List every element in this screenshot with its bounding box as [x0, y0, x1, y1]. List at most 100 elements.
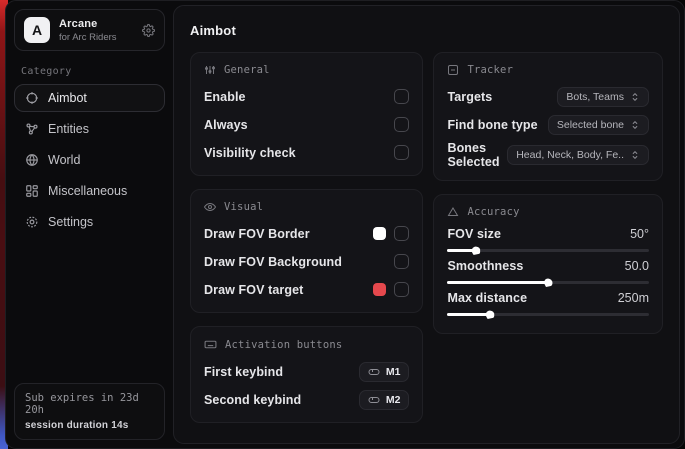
sidebar-item-entities[interactable]: Entities [14, 115, 165, 143]
setting-row-enable: Enable [204, 85, 409, 108]
sidebar-nav: Aimbot Entities World Miscellaneous [14, 84, 165, 236]
slider-thumb[interactable] [485, 310, 494, 319]
max-distance-slider[interactable] [447, 313, 649, 316]
setting-label: Find bone type [447, 118, 537, 132]
panel-title: Activation buttons [225, 339, 342, 351]
app-subtitle: for Arc Riders [59, 32, 133, 43]
settings-gear-icon [25, 215, 39, 229]
always-checkbox[interactable] [394, 117, 409, 132]
sidebar-item-label: Settings [48, 215, 93, 229]
mouse-icon [368, 394, 380, 406]
visibility-check-checkbox[interactable] [394, 145, 409, 160]
fov-border-color-swatch[interactable] [373, 227, 386, 240]
row-controls [373, 226, 409, 241]
page-title: Aimbot [190, 23, 663, 38]
panel-columns: General Enable Always Visibility check [190, 52, 663, 423]
setting-row-always: Always [204, 113, 409, 136]
slider-label-row: FOV size 50° [447, 227, 649, 241]
slider-value: 50° [630, 227, 649, 241]
logo-card: A Arcane for Arc Riders [14, 9, 165, 51]
panel-activation-header: Activation buttons [204, 338, 409, 351]
panel-general: General Enable Always Visibility check [190, 52, 423, 176]
slider-max-distance: Max distance 250m [447, 291, 649, 316]
sidebar: A Arcane for Arc Riders Category Aimbot [6, 1, 173, 448]
setting-row-first-keybind: First keybind M1 [204, 360, 409, 383]
slider-label: Max distance [447, 291, 527, 305]
setting-label: Always [204, 118, 248, 132]
unfold-icon [630, 120, 640, 130]
first-keybind-button[interactable]: M1 [359, 362, 410, 382]
sidebar-item-world[interactable]: World [14, 146, 165, 174]
dropdown-value: Head, Neck, Body, Fe.. [516, 149, 624, 161]
bones-selected-dropdown[interactable]: Head, Neck, Body, Fe.. [507, 145, 649, 165]
category-label: Category [21, 66, 158, 77]
slider-label: FOV size [447, 227, 501, 241]
setting-label: Second keybind [204, 393, 301, 407]
sidebar-item-miscellaneous[interactable]: Miscellaneous [14, 177, 165, 205]
entities-icon [25, 122, 39, 136]
sidebar-item-label: World [48, 153, 80, 167]
globe-icon [25, 153, 39, 167]
sidebar-item-label: Entities [48, 122, 89, 136]
panel-title: Tracker [467, 64, 513, 76]
setting-label: Draw FOV Background [204, 255, 342, 269]
dropdown-value: Bots, Teams [566, 91, 624, 103]
sub-expiry-text: Sub expires in 23d 20h [25, 392, 154, 416]
grid-layout-icon [25, 184, 39, 198]
fov-target-color-swatch[interactable] [373, 283, 386, 296]
draw-fov-border-checkbox[interactable] [394, 226, 409, 241]
targets-dropdown[interactable]: Bots, Teams [557, 87, 649, 107]
smoothness-slider[interactable] [447, 281, 649, 284]
panel-activation-buttons: Activation buttons First keybind M1 Seco… [190, 326, 423, 423]
find-bone-type-dropdown[interactable]: Selected bone [548, 115, 649, 135]
row-controls [373, 282, 409, 297]
slider-fov-size: FOV size 50° [447, 227, 649, 252]
app-title: Arcane [59, 18, 133, 30]
keybind-value: M2 [386, 394, 401, 406]
slider-label-row: Smoothness 50.0 [447, 259, 649, 273]
setting-label: Draw FOV Border [204, 227, 310, 241]
left-column: General Enable Always Visibility check [190, 52, 423, 423]
app-logo: A [24, 17, 50, 43]
setting-label: Targets [447, 90, 492, 104]
panel-title: Visual [224, 201, 263, 213]
sidebar-item-settings[interactable]: Settings [14, 208, 165, 236]
setting-label: Draw FOV target [204, 283, 303, 297]
fov-size-slider[interactable] [447, 249, 649, 252]
keybind-value: M1 [386, 366, 401, 378]
panel-accuracy: Accuracy FOV size 50° [433, 194, 663, 334]
keyboard-icon [204, 338, 217, 351]
draw-fov-target-checkbox[interactable] [394, 282, 409, 297]
draw-fov-background-checkbox[interactable] [394, 254, 409, 269]
setting-label: Bones Selected [447, 141, 507, 169]
crosshair-icon [25, 91, 39, 105]
logo-text: Arcane for Arc Riders [59, 18, 133, 43]
eye-icon [204, 201, 216, 213]
sliders-icon [204, 64, 216, 76]
setting-row-draw-fov-background: Draw FOV Background [204, 250, 409, 273]
slider-value: 50.0 [625, 259, 649, 273]
enable-checkbox[interactable] [394, 89, 409, 104]
second-keybind-button[interactable]: M2 [359, 390, 410, 410]
slider-value: 250m [618, 291, 649, 305]
app-window: A Arcane for Arc Riders Category Aimbot [5, 0, 685, 449]
slider-smoothness: Smoothness 50.0 [447, 259, 649, 284]
sidebar-item-aimbot[interactable]: Aimbot [14, 84, 165, 112]
setting-row-draw-fov-target: Draw FOV target [204, 278, 409, 301]
tracker-icon [447, 64, 459, 76]
setting-label: First keybind [204, 365, 283, 379]
setting-row-second-keybind: Second keybind M2 [204, 388, 409, 411]
subscription-card: Sub expires in 23d 20h session duration … [14, 383, 165, 440]
mouse-icon [368, 366, 380, 378]
slider-fill [447, 281, 548, 284]
panel-visual: Visual Draw FOV Border Draw FOV Backgrou… [190, 189, 423, 313]
accuracy-triangle-icon [447, 206, 459, 218]
sidebar-spacer [14, 236, 165, 383]
panel-tracker: Tracker Targets Bots, Teams Find bone ty… [433, 52, 663, 181]
slider-thumb[interactable] [544, 278, 553, 287]
gear-icon[interactable] [142, 24, 155, 37]
slider-thumb[interactable] [471, 246, 480, 255]
sidebar-item-label: Miscellaneous [48, 184, 127, 198]
unfold-icon [630, 92, 640, 102]
panel-title: General [224, 64, 270, 76]
